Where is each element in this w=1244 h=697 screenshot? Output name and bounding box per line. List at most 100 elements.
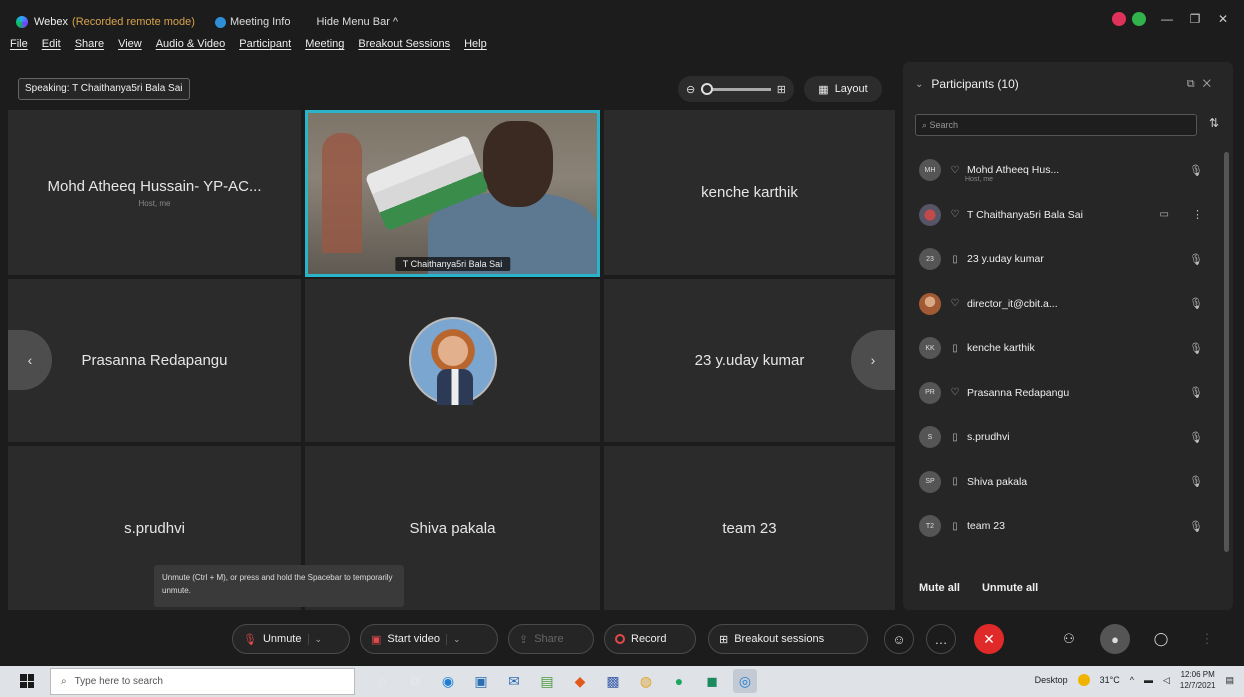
zoom-slider[interactable]: [701, 82, 771, 95]
muted-mic-icon[interactable]: 🎙: [1189, 386, 1203, 399]
zoom-slider-knob[interactable]: [701, 82, 714, 95]
collapse-chevron-icon[interactable]: ⌄: [915, 79, 923, 90]
app-title: Webex: [34, 16, 69, 28]
hide-menu-bar-button[interactable]: Hide Menu Bar ^: [316, 16, 398, 28]
participant-row[interactable]: PR ♡ Prasanna Redapangu 🎙: [903, 371, 1233, 416]
task-view-icon[interactable]: ⧉: [403, 669, 427, 693]
computer-audio-icon: ♡: [950, 209, 960, 221]
participant-name: 23 y.uday kumar: [694, 352, 805, 369]
share-button[interactable]: ⇪ Share: [508, 624, 594, 654]
participants-icon: ⚇: [1063, 631, 1075, 646]
unmute-all-button[interactable]: Unmute all: [982, 582, 1038, 594]
green-app-icon[interactable]: ◼: [700, 669, 724, 693]
popout-icon[interactable]: ⧉: [1187, 78, 1203, 90]
video-zoom-control[interactable]: ⊖ ⊞: [678, 76, 794, 102]
breakout-sessions-button[interactable]: ⊞ Breakout sessions: [708, 624, 868, 654]
unmute-button[interactable]: 🎙 Unmute ⌄: [232, 624, 350, 654]
app-icon[interactable]: ▤: [535, 669, 559, 693]
recording-indicator-icon[interactable]: [1112, 12, 1126, 26]
zoom-out-icon[interactable]: ⊖: [686, 83, 695, 96]
participant-search-input[interactable]: ⌕ Search: [915, 114, 1197, 136]
chat-button[interactable]: ◯: [1146, 624, 1176, 654]
recording-label: (Recorded remote mode): [72, 16, 195, 28]
windows-start-icon[interactable]: [20, 674, 34, 688]
mail-icon[interactable]: ✉: [502, 669, 526, 693]
video-tile[interactable]: team 23: [604, 446, 895, 610]
avatar: T2: [919, 515, 941, 538]
status-indicator-icon: [1132, 12, 1146, 26]
minimize-button[interactable]: —: [1160, 12, 1174, 26]
edge-icon[interactable]: ◉: [436, 669, 460, 693]
tray-overflow-icon[interactable]: ^: [1130, 675, 1134, 685]
participant-row[interactable]: ♡ T Chaithanya5ri Bala Sai ▭ ⋮: [903, 193, 1233, 238]
whatsapp-icon[interactable]: ●: [667, 669, 691, 693]
active-speaker-video-tile[interactable]: T Chaithanya5ri Bala Sai: [305, 110, 600, 277]
menu-view[interactable]: View: [118, 38, 142, 58]
reactions-button[interactable]: ☺: [884, 624, 914, 654]
chrome-icon[interactable]: ◍: [634, 669, 658, 693]
muted-mic-icon[interactable]: 🎙: [1189, 253, 1203, 266]
close-window-button[interactable]: ✕: [1216, 12, 1230, 26]
menu-file[interactable]: File: [10, 38, 28, 58]
unmute-tooltip: Unmute (Ctrl + M), or press and hold the…: [154, 565, 404, 607]
photos-icon[interactable]: ▩: [601, 669, 625, 693]
start-video-button[interactable]: ▣ Start video ⌄: [360, 624, 498, 654]
participant-row[interactable]: 23 ▯ 23 y.uday kumar 🎙: [903, 237, 1233, 282]
menu-edit[interactable]: Edit: [42, 38, 61, 58]
participant-list-name: director_it@cbit.a...: [967, 297, 1058, 310]
video-tile[interactable]: kenche karthik: [604, 110, 895, 275]
muted-mic-icon[interactable]: 🎙: [1189, 164, 1203, 177]
overflow-button[interactable]: ⋮: [1192, 624, 1222, 654]
menu-audio-video[interactable]: Audio & Video: [156, 38, 226, 58]
cortana-icon[interactable]: ○: [370, 669, 394, 693]
search-placeholder: Search: [929, 120, 959, 130]
notifications-icon[interactable]: ▤: [1225, 675, 1234, 686]
participant-row[interactable]: MH ♡ Mohd Atheeq Hus... Host, me 🎙: [903, 148, 1233, 193]
restore-button[interactable]: ❐: [1188, 12, 1202, 26]
zoom-in-icon[interactable]: ⊞: [777, 83, 786, 96]
participant-row[interactable]: SP ▯ Shiva pakala 🎙: [903, 460, 1233, 505]
muted-mic-icon[interactable]: 🎙: [1189, 297, 1203, 310]
store-icon[interactable]: ▣: [469, 669, 493, 693]
video-tile[interactable]: Mohd Atheeq Hussain- YP-AC... Host, me: [8, 110, 301, 275]
layout-button[interactable]: ▦ Layout: [804, 76, 882, 102]
more-options-button[interactable]: …: [926, 624, 956, 654]
menu-meeting[interactable]: Meeting: [305, 38, 344, 58]
leave-meeting-button[interactable]: ✕: [974, 624, 1004, 654]
video-options-chevron-icon[interactable]: ⌄: [446, 633, 461, 645]
computer-audio-icon: ♡: [950, 387, 960, 399]
menu-help[interactable]: Help: [464, 38, 487, 58]
menu-share[interactable]: Share: [75, 38, 104, 58]
desktop-toolbar[interactable]: Desktop: [1035, 675, 1068, 685]
participant-row[interactable]: ♡ director_it@cbit.a... 🎙: [903, 282, 1233, 327]
menu-breakout-sessions[interactable]: Breakout Sessions: [358, 38, 450, 58]
chat-participants-button[interactable]: ●: [1100, 624, 1130, 654]
muted-mic-icon[interactable]: 🎙: [1189, 431, 1203, 444]
participant-row[interactable]: S ▯ s.prudhvi 🎙: [903, 415, 1233, 460]
menu-participant[interactable]: Participant: [239, 38, 291, 58]
muted-mic-icon[interactable]: 🎙: [1189, 342, 1203, 355]
speaking-indicator: Speaking: T Chaithanya5ri Bala Sai: [18, 78, 190, 100]
mute-all-button[interactable]: Mute all: [919, 582, 960, 594]
close-panel-icon[interactable]: ✕: [1203, 78, 1219, 90]
clock[interactable]: 12:06 PM 12/7/2021: [1180, 669, 1216, 691]
avatar: SP: [919, 470, 941, 493]
audio-options-chevron-icon[interactable]: ⌄: [307, 633, 322, 645]
muted-mic-icon[interactable]: 🎙: [1189, 520, 1203, 533]
participant-list-scrollbar[interactable]: [1224, 152, 1229, 552]
weather-icon[interactable]: [1077, 674, 1090, 686]
meeting-info-button[interactable]: Meeting Info: [214, 16, 290, 28]
participant-row[interactable]: T2 ▯ team 23 🎙: [903, 504, 1233, 549]
participant-row[interactable]: KK ▯ kenche karthik 🎙: [903, 326, 1233, 371]
office-icon[interactable]: ◆: [568, 669, 592, 693]
video-tile[interactable]: [305, 279, 600, 442]
webex-taskbar-icon[interactable]: ◎: [733, 669, 757, 693]
network-icon[interactable]: ▬: [1144, 675, 1153, 685]
mic-icon[interactable]: ⋮: [1192, 208, 1203, 221]
taskbar-search-input[interactable]: ⌕ Type here to search: [50, 668, 355, 695]
record-button[interactable]: Record: [604, 624, 696, 654]
muted-mic-icon[interactable]: 🎙: [1189, 475, 1203, 488]
volume-icon[interactable]: ◁: [1163, 675, 1170, 686]
sort-icon[interactable]: ⇅: [1209, 116, 1219, 130]
participants-toggle-button[interactable]: ⚇: [1054, 624, 1084, 654]
